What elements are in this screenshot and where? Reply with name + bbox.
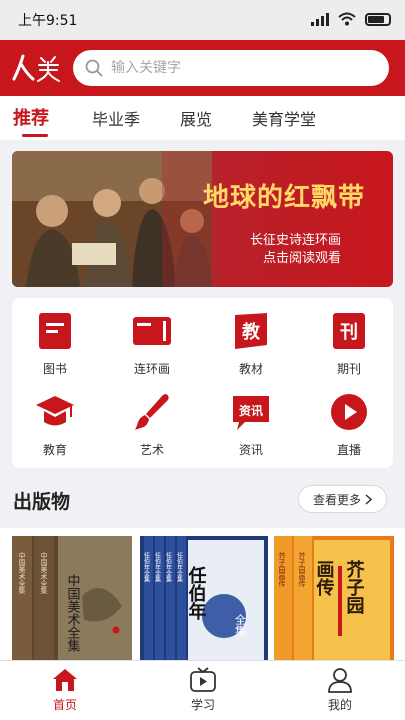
- book-spine-title: 中国美术全集: [40, 551, 48, 595]
- tab-exhibition[interactable]: 展览: [180, 106, 212, 130]
- status-time: 上午9:51: [18, 13, 78, 29]
- journal-icon: 刊: [333, 313, 365, 349]
- chevron-right-icon: [365, 493, 372, 505]
- category-art[interactable]: 艺术: [112, 392, 192, 462]
- search-bar[interactable]: [73, 50, 389, 86]
- book-spine-title: 任伯年全集: [154, 551, 161, 583]
- category-textbooks[interactable]: 教 教材: [211, 311, 291, 381]
- category-journals[interactable]: 刊 期刊: [309, 311, 389, 381]
- app-logo[interactable]: [10, 52, 62, 84]
- user-icon: [328, 668, 352, 693]
- news-glyph: 资讯: [239, 403, 263, 418]
- banner-illustration: [12, 151, 212, 287]
- active-tab-indicator: [22, 134, 48, 137]
- nav-label: 我的: [327, 698, 352, 712]
- book-title: 芥子园: [344, 560, 365, 615]
- book-subtitle: 画传: [314, 560, 336, 597]
- book-spine-title: 任伯年全集: [143, 551, 150, 583]
- category-label: 期刊: [336, 362, 361, 376]
- top-bar: [0, 40, 405, 96]
- tv-play-icon: [190, 667, 216, 692]
- category-label: 连环画: [133, 362, 170, 376]
- book-spine-title: 芥子园画传: [278, 551, 286, 588]
- tab-art-school[interactable]: 美育学堂: [252, 106, 316, 130]
- textbook-glyph: 教: [242, 321, 261, 343]
- category-label: 教材: [238, 362, 263, 376]
- view-more-button[interactable]: 查看更多: [297, 485, 387, 513]
- battery-icon: [365, 12, 391, 26]
- category-tabs: 推荐 毕业季 展览 美育学堂: [0, 96, 405, 140]
- play-icon: [331, 394, 367, 430]
- nav-label: 学习: [190, 698, 215, 712]
- category-comics[interactable]: 连环画: [112, 311, 192, 381]
- nav-learn[interactable]: 学习: [168, 667, 238, 713]
- bottom-navigation: 首页 学习 我的: [0, 660, 405, 720]
- nav-home[interactable]: 首页: [30, 667, 100, 713]
- textbook-icon: 教: [235, 313, 267, 349]
- main-content: 地球的红飘带 长征史诗连环画 点击阅读观看 图书 连环画 教 教材 刊 期刊 教…: [0, 140, 405, 660]
- category-label: 教育: [42, 443, 67, 457]
- section-title: 出版物: [13, 491, 71, 513]
- category-news[interactable]: 资讯 资讯: [211, 392, 291, 462]
- status-icons: [311, 12, 391, 26]
- publications-header: 出版物 查看更多: [0, 480, 405, 520]
- category-live[interactable]: 直播: [309, 392, 389, 462]
- book-spine-title: 任伯年全集: [165, 551, 172, 583]
- journal-glyph: 刊: [340, 322, 358, 343]
- book-spine-title: 任伯年全集: [176, 551, 183, 583]
- category-label: 资讯: [238, 443, 263, 457]
- paintbrush-icon: [135, 394, 169, 430]
- banner-subtitle: 长征史诗连环画: [249, 233, 341, 248]
- book-icon: [39, 313, 71, 349]
- promo-banner[interactable]: 地球的红飘带 长征史诗连环画 点击阅读观看: [12, 151, 393, 287]
- book-cover[interactable]: 任伯年 全集 任伯年全集 任伯年全集 任伯年全集 任伯年全集: [140, 536, 268, 660]
- category-label: 图书: [42, 362, 67, 376]
- wifi-icon: [338, 12, 356, 26]
- search-icon: [85, 59, 103, 77]
- book-subtitle: 全集: [234, 613, 247, 636]
- nav-profile[interactable]: 我的: [305, 667, 375, 713]
- search-input[interactable]: [111, 60, 361, 76]
- category-education[interactable]: 教育: [15, 392, 95, 462]
- category-grid: 图书 连环画 教 教材 刊 期刊 教育 艺术 资讯 资讯 直播: [12, 298, 393, 468]
- category-label: 直播: [336, 443, 361, 457]
- status-bar: 上午9:51: [0, 0, 405, 40]
- tab-graduation[interactable]: 毕业季: [92, 106, 140, 130]
- comic-icon: [133, 317, 171, 345]
- news-icon: 资讯: [233, 396, 269, 430]
- home-icon: [53, 669, 77, 691]
- graduation-cap-icon: [36, 396, 74, 426]
- category-label: 艺术: [139, 443, 164, 457]
- book-cover[interactable]: 中国美术全集 中国美术全集 中国美术全集: [12, 536, 132, 660]
- publications-shelf: 中国美术全集 中国美术全集 中国美术全集 任伯年 全集 任伯年全集 任伯年全集 …: [0, 528, 405, 660]
- nav-label: 首页: [52, 698, 77, 712]
- signal-icon: [311, 12, 329, 26]
- book-title: 任伯年: [186, 565, 208, 621]
- book-cover[interactable]: 芥子园 画传 芥子园画传 芥子园画传: [274, 536, 394, 660]
- category-books[interactable]: 图书: [15, 311, 95, 381]
- book-spine-title: 中国美术全集: [18, 551, 26, 595]
- book-title: 中国美术全集: [65, 574, 81, 652]
- view-more-label: 查看更多: [312, 492, 361, 507]
- book-spine-title: 芥子园画传: [298, 551, 306, 588]
- banner-cta: 点击阅读观看: [262, 251, 341, 266]
- tab-recommend[interactable]: 推荐: [13, 104, 49, 130]
- banner-title: 地球的红飘带: [202, 183, 365, 213]
